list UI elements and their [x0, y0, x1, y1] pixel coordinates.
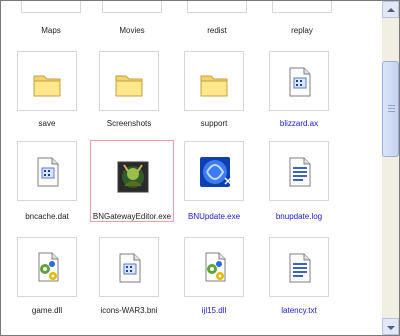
- gateway-editor-icon: [117, 161, 149, 193]
- folder-icon: [33, 75, 61, 97]
- file-item-bngatewayeditor-exe[interactable]: [90, 140, 174, 222]
- dll-file-icon: [205, 252, 226, 282]
- file-item-bnupdate-log[interactable]: [269, 141, 329, 201]
- tile-replay[interactable]: [272, 1, 332, 13]
- tile-movies[interactable]: [102, 1, 162, 13]
- item-label[interactable]: replay: [254, 26, 350, 36]
- folder-item-save[interactable]: [17, 51, 77, 111]
- system-file-icon: [37, 157, 59, 187]
- file-item-game-dll[interactable]: [17, 237, 77, 297]
- dll-file-icon: [38, 252, 59, 282]
- file-item-bncache-dat[interactable]: [17, 141, 77, 201]
- folder-item-screenshots[interactable]: [99, 51, 159, 111]
- item-label[interactable]: redist: [169, 26, 265, 36]
- window-border-top: [0, 0, 400, 1]
- bnupdate-icon: [200, 157, 232, 187]
- vertical-scrollbar[interactable]: [382, 1, 399, 335]
- item-label[interactable]: BNUpdate.exe: [166, 212, 262, 222]
- item-label[interactable]: Movies: [84, 26, 180, 36]
- item-label[interactable]: bnupdate.log: [251, 212, 347, 222]
- item-label[interactable]: icons-WAR3.bni: [81, 306, 177, 316]
- grip-line: [388, 111, 395, 112]
- scroll-down-button[interactable]: [382, 318, 399, 335]
- file-item-ijl15-dll[interactable]: [184, 237, 244, 297]
- tile-redist[interactable]: [187, 1, 247, 13]
- item-label[interactable]: Screenshots: [81, 119, 177, 129]
- item-label[interactable]: latency.txt: [251, 306, 347, 316]
- scroll-up-button[interactable]: [382, 1, 399, 18]
- file-item-latency-txt[interactable]: [269, 237, 329, 297]
- file-item-icons-war3-bni[interactable]: [99, 237, 159, 297]
- system-file-icon: [289, 67, 311, 97]
- text-file-icon: [289, 157, 311, 187]
- explorer-window: Maps Movies redist replay save Screensho…: [0, 0, 400, 336]
- system-file-icon: [119, 253, 141, 283]
- folder-icon: [115, 75, 143, 97]
- file-view: Maps Movies redist replay save Screensho…: [1, 1, 382, 335]
- item-label[interactable]: support: [166, 119, 262, 129]
- item-label[interactable]: ijl15.dll: [166, 306, 262, 316]
- scroll-up-arrow-icon: [387, 8, 395, 12]
- file-item-bnupdate-exe[interactable]: [184, 141, 244, 201]
- tile-maps[interactable]: [21, 1, 81, 13]
- item-label[interactable]: blizzard.ax: [251, 119, 347, 129]
- grip-line: [388, 108, 395, 109]
- folder-icon: [200, 75, 228, 97]
- scroll-down-arrow-icon: [387, 326, 395, 330]
- grip-line: [388, 105, 395, 106]
- folder-item-support[interactable]: [184, 51, 244, 111]
- file-item-blizzard-ax[interactable]: [269, 51, 329, 111]
- scrollbar-thumb[interactable]: [382, 61, 399, 157]
- text-file-icon: [289, 253, 311, 283]
- window-border-left: [0, 0, 1, 336]
